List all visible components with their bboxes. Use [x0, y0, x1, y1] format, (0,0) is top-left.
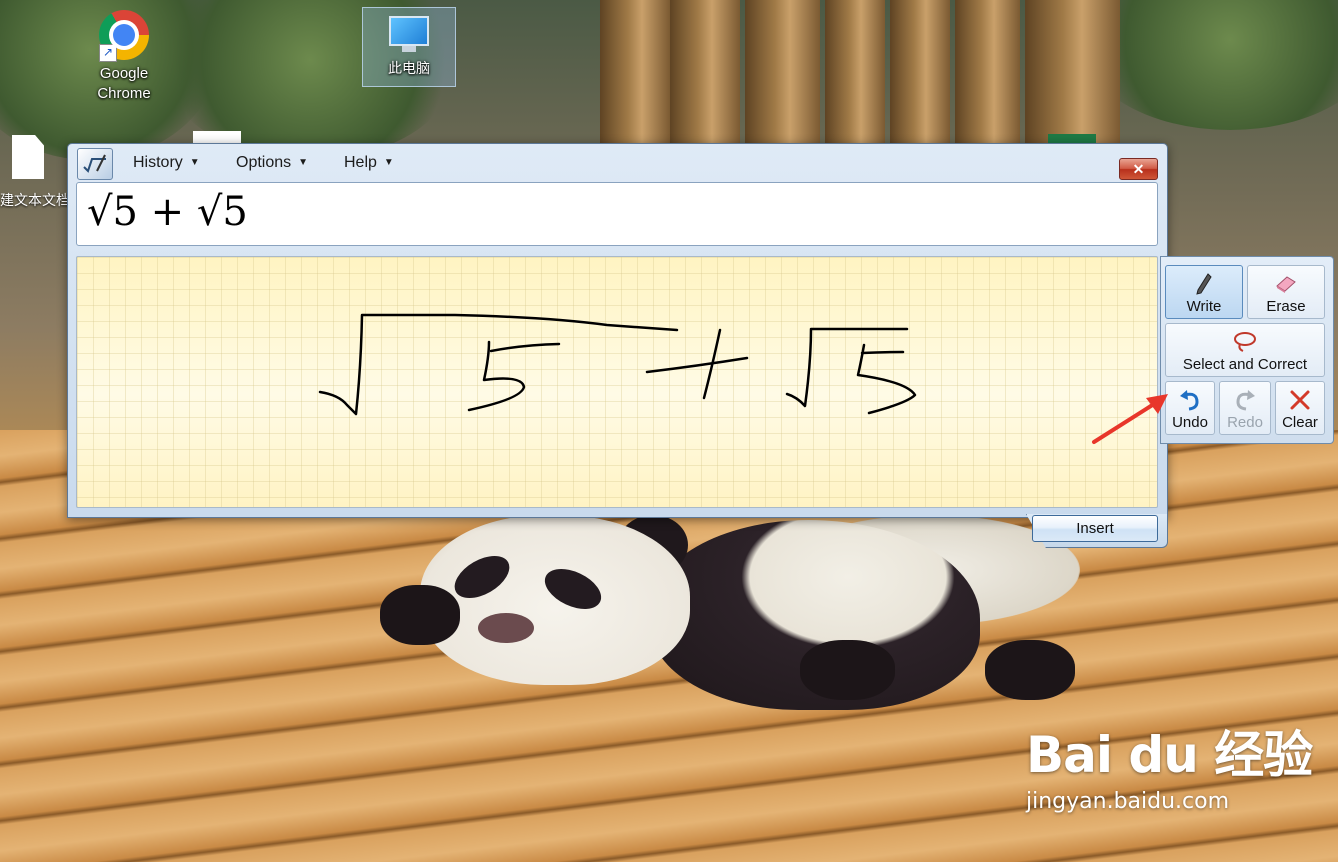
desktop-icon-chrome[interactable]: ↗ Google Chrome	[82, 10, 166, 104]
redo-label: Redo	[1227, 414, 1263, 431]
chrome-label-line2: Chrome	[97, 85, 151, 102]
tool-panel: Write Erase Select and Correct Undo Redo	[1160, 256, 1334, 444]
watermark-url: jingyan.baidu.com	[1026, 789, 1230, 814]
panda-nose	[478, 613, 534, 643]
menu-history-label: History	[133, 154, 183, 171]
lasso-icon	[1234, 332, 1256, 352]
watermark-logo: Bai du 经验	[1026, 726, 1313, 784]
clear-label: Clear	[1282, 414, 1318, 431]
computer-icon	[389, 16, 429, 46]
math-input-panel-window: History ▼ Options ▼ Help ▼ ✕ √5 + √5 Ins…	[67, 143, 1168, 548]
close-button[interactable]: ✕	[1119, 158, 1158, 180]
preview-expression: √5 + √5	[87, 189, 248, 235]
chevron-down-icon: ▼	[298, 157, 309, 168]
menu-options[interactable]: Options ▼	[236, 154, 308, 172]
undo-icon	[1180, 390, 1199, 411]
clear-button[interactable]: Clear	[1275, 381, 1325, 435]
insert-label: Insert	[1076, 520, 1114, 537]
writing-area[interactable]	[76, 256, 1158, 508]
panda-paw	[380, 585, 460, 645]
panda-head	[420, 515, 690, 685]
menu-help-label: Help	[344, 154, 377, 171]
bamboo-pole	[600, 0, 670, 160]
write-label: Write	[1186, 298, 1222, 315]
redo-button[interactable]: Redo	[1219, 381, 1271, 435]
bamboo-pole	[890, 0, 950, 160]
bamboo-pole	[825, 0, 885, 160]
chevron-down-icon: ▼	[383, 157, 394, 168]
chrome-icon: ↗	[99, 10, 149, 62]
annotation-arrow-icon	[1092, 394, 1168, 444]
desktop-icon-this-pc[interactable]: 此电脑	[362, 7, 456, 87]
clear-x-icon	[1290, 390, 1310, 410]
chrome-label-line1: Google	[99, 65, 149, 82]
menu-history[interactable]: History ▼	[133, 154, 200, 172]
select-and-correct-label: Select and Correct	[1182, 356, 1308, 373]
pen-icon	[1196, 273, 1212, 295]
text-document-label: 建文本文档	[0, 192, 70, 208]
bamboo-pole	[670, 0, 740, 160]
text-document-icon[interactable]	[12, 135, 44, 179]
panda-paw	[985, 640, 1075, 700]
bamboo-pole	[955, 0, 1020, 160]
bamboo-pole	[745, 0, 820, 160]
redo-icon	[1236, 390, 1255, 411]
recognized-math-preview: √5 + √5	[76, 182, 1158, 246]
erase-label: Erase	[1266, 298, 1306, 315]
eraser-icon	[1276, 276, 1296, 293]
insert-button[interactable]: Insert	[1032, 515, 1158, 542]
title-bar: History ▼ Options ▼ Help ▼ ✕	[68, 144, 1167, 182]
menu-help[interactable]: Help ▼	[344, 154, 394, 172]
select-and-correct-button[interactable]: Select and Correct	[1165, 323, 1325, 377]
this-pc-label: 此电脑	[388, 60, 430, 76]
menu-options-label: Options	[236, 154, 292, 171]
write-button[interactable]: Write	[1165, 265, 1243, 319]
baidu-jingyan-watermark: Bai du 经验 jingyan.baidu.com	[1026, 715, 1313, 814]
chevron-down-icon: ▼	[189, 157, 200, 168]
panda-paw	[800, 640, 895, 700]
shortcut-arrow-icon: ↗	[99, 44, 117, 62]
math-input-panel-icon[interactable]	[77, 148, 113, 180]
close-icon: ✕	[1132, 160, 1145, 177]
monitor-stand	[402, 46, 416, 52]
handwriting-ink	[318, 313, 917, 416]
erase-button[interactable]: Erase	[1247, 265, 1325, 319]
